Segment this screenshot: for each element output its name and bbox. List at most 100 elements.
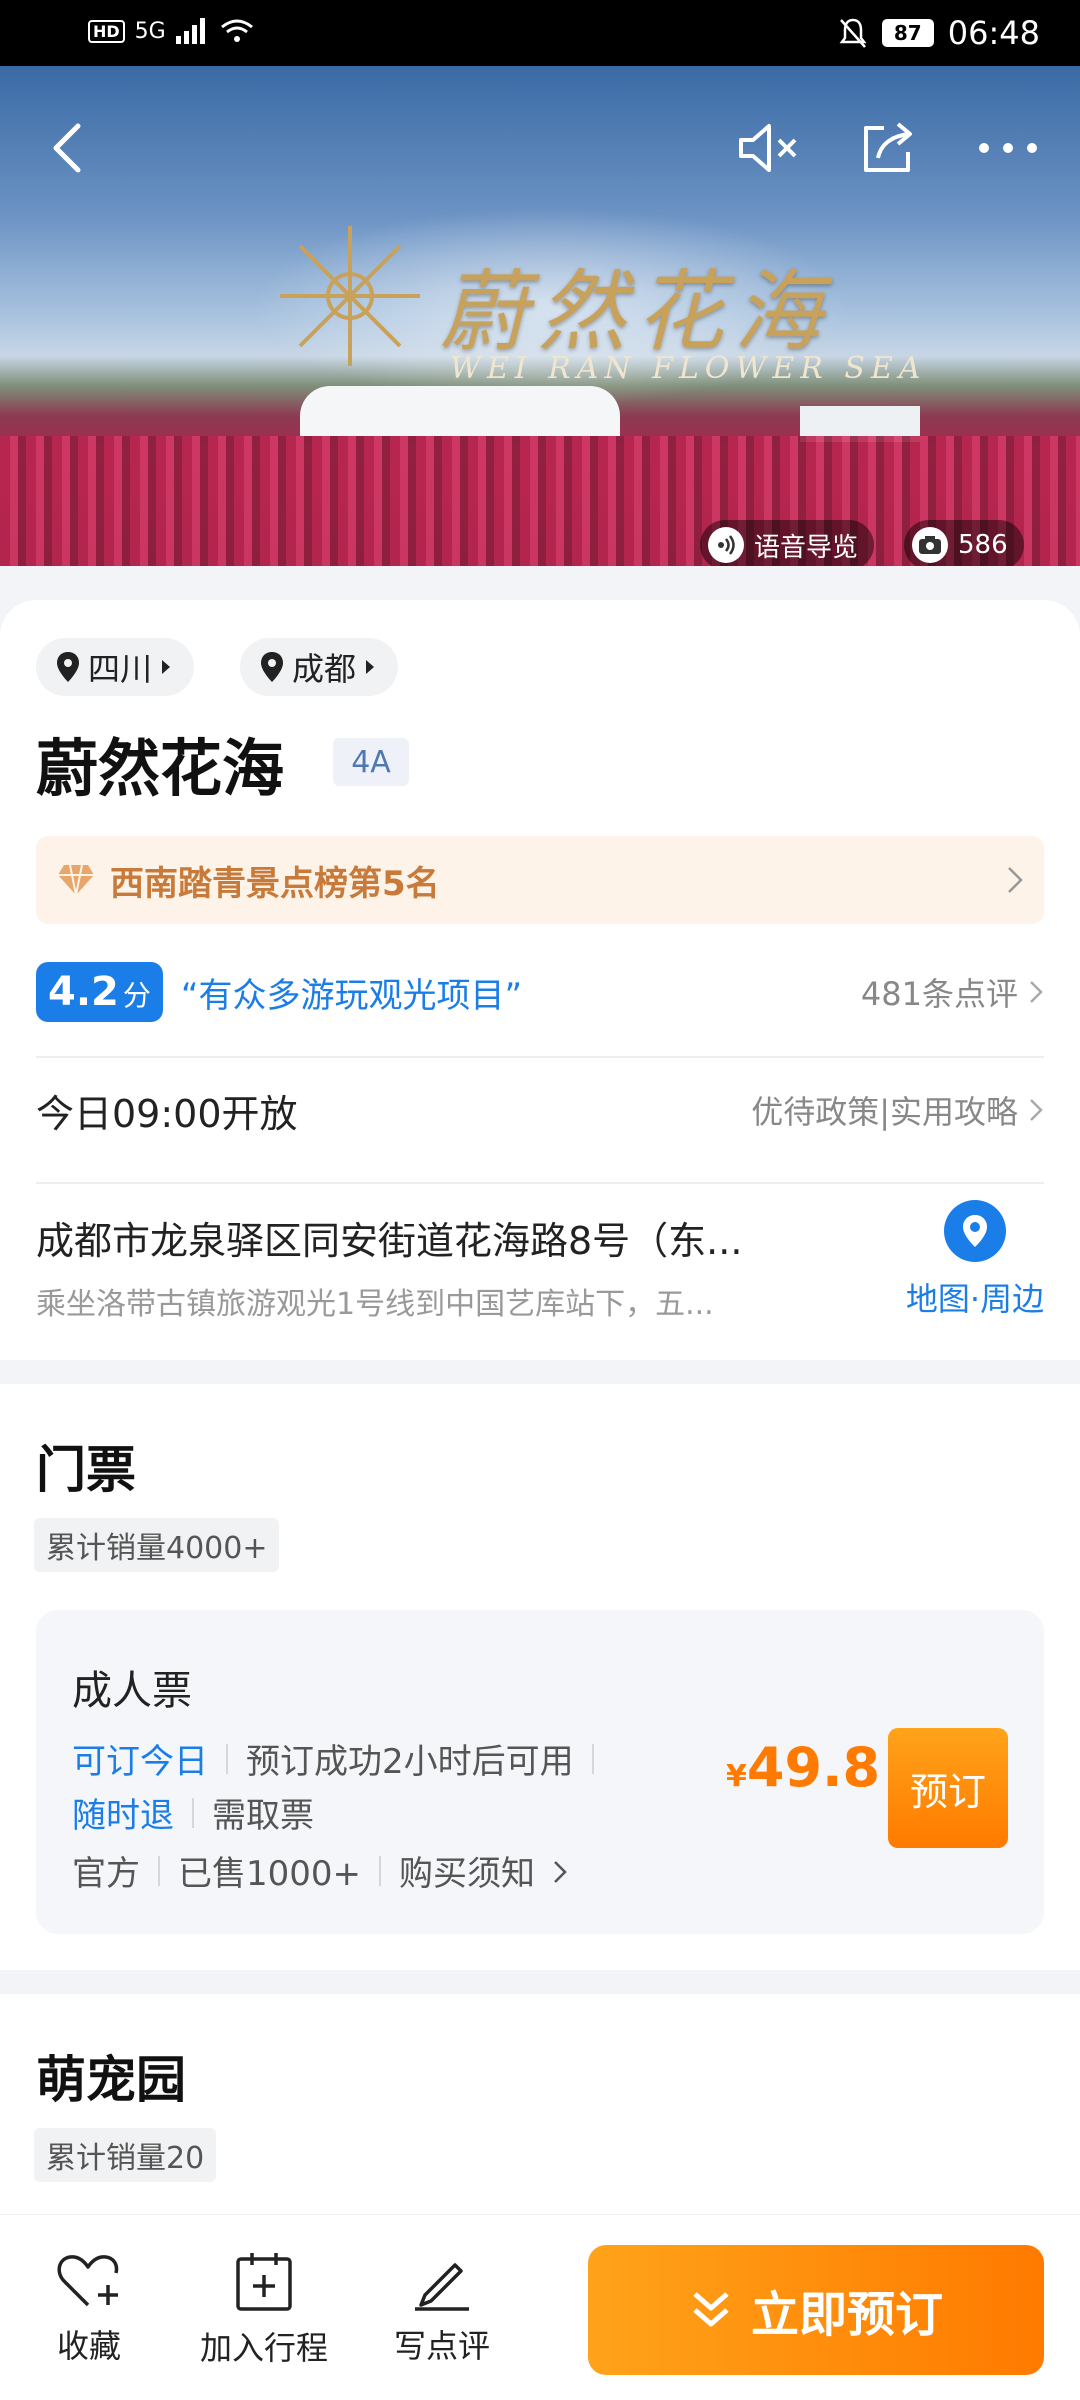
ranking-banner[interactable]: 西南踏青景点榜第5名 [36,836,1044,924]
tickets-section: 门票 累计销量4000+ 成人票 可订今日 预订成功2小时后可用 随时退 需取票… [0,1384,1080,1970]
wifi-icon [220,19,253,42]
chevron-right-icon [1030,981,1043,1003]
battery-icon: 87 [881,19,934,47]
map-nearby-label: 地图·周边 [905,1280,1045,1318]
tickets-title: 门票 [36,1441,136,1499]
tag-available-after: 预订成功2小时后可用 [246,1742,574,1782]
tag-sold: 已售1000+ [178,1854,362,1894]
mute-bell-icon [839,18,867,48]
signal-icon [175,18,205,44]
book-ticket-button[interactable]: 预订 [888,1728,1008,1848]
chevron-right-icon [553,1861,567,1883]
ticket-name: 成人票 [72,1668,192,1714]
city-label: 成都 [292,650,357,688]
separator [158,1855,160,1886]
attraction-info-card: 四川 成都 蔚然花海 4A 西南踏青景点榜第5名 4.2 分 “有众多游玩观光项… [0,600,1080,1360]
review-count: 481条点评 [860,975,1018,1013]
tickets-sales-tag: 累计销量4000+ [34,1518,280,1572]
camera-icon [912,527,948,563]
pet-park-title: 萌宠园 [36,2051,186,2109]
status-left: HD 5G [88,18,254,44]
map-nearby-button[interactable]: 地图·周边 [890,1200,1060,1320]
more-dots-icon [979,143,1037,153]
opening-hours: 今日09:00开放 [36,1091,298,1136]
hero-logo-subtitle: WEI RAN FLOWER SEA [450,351,927,386]
address-line: 成都市龙泉驿区同安街道花海路8号（东... [36,1219,743,1263]
address-block[interactable]: 成都市龙泉驿区同安街道花海路8号（东... 乘坐洛带古镇旅游观光1号线到中国艺库… [36,1210,816,1323]
adult-ticket-card[interactable]: 成人票 可订今日 预订成功2小时后可用 随时退 需取票 官方 已售1000+ 购… [36,1610,1044,1934]
flower-logo-icon [280,226,420,366]
review-count-link[interactable]: 481条点评 [861,969,1044,1015]
location-pin-icon [57,652,79,682]
chevron-right-icon [1030,1099,1043,1121]
add-trip-button[interactable]: 加入行程 [200,2251,328,2369]
score-value: 4.2 [48,969,119,1015]
more-button[interactable] [968,108,1048,188]
policy-guide-link[interactable]: 优待政策|实用攻略 [751,1087,1044,1133]
status-bar: HD 5G 87 06:48 [0,0,1080,66]
speaker-mute-icon [739,124,797,172]
divider [36,1056,1044,1058]
location-pin-icon [261,652,283,682]
divider [36,1182,1044,1184]
back-arrow-icon [53,123,81,173]
book-now-button[interactable]: 立即预订 [588,2245,1044,2375]
hero-logo-text: 蔚然花海 [440,260,833,363]
caret-right-icon [162,660,171,674]
rating-quote: “有众多游玩观光项目” [180,975,523,1016]
write-review-button[interactable]: 写点评 [394,2251,490,2367]
attraction-title: 蔚然花海 [36,732,285,805]
ticket-price: ¥49.8 [726,1736,880,1799]
calendar-add-icon [236,2253,292,2311]
status-right: 87 06:48 [838,14,1040,52]
photo-count: 586 [958,530,1008,560]
mute-button[interactable] [728,108,808,188]
ticket-tags-row-3: 官方 已售1000+ 购买须知 [72,1846,568,1895]
opening-hours-row[interactable]: 今日09:00开放 优待政策|实用攻略 [36,1060,1044,1160]
pet-park-sales-tag: 累计销量20 [34,2128,217,2182]
province-label: 四川 [88,650,153,688]
purchase-notice-link[interactable]: 购买须知 [399,1846,568,1895]
tag-official: 官方 [72,1854,140,1894]
favorite-button[interactable]: 收藏 [56,2251,122,2367]
score-unit: 分 [122,979,151,1012]
score-badge: 4.2 分 [36,962,163,1022]
add-trip-label: 加入行程 [200,2329,329,2367]
network-label: 5G [134,18,166,44]
ticket-tags-row-1: 可订今日 预订成功2小时后可用 [72,1734,612,1783]
rating-row[interactable]: 4.2 分 “有众多游玩观光项目” 481条点评 [36,960,1044,1024]
clock: 06:48 [947,14,1040,52]
write-review-label: 写点评 [394,2327,491,2365]
tag-book-today: 可订今日 [72,1742,208,1782]
price-value: 49.8 [746,1736,881,1799]
ranking-text: 西南踏青景点榜第5名 [110,863,440,904]
audio-guide-button[interactable]: 语音导览 [700,520,875,566]
bottom-action-bar: 收藏 加入行程 写点评 立即预订 [0,2214,1080,2400]
book-now-label: 立即预订 [750,2287,943,2343]
province-tag[interactable]: 四川 [36,638,195,696]
city-tag[interactable]: 成都 [240,638,399,696]
currency-symbol: ¥ [726,1759,747,1794]
back-button[interactable] [28,108,108,188]
tag-refund: 随时退 [72,1796,174,1836]
audio-guide-label: 语音导览 [754,532,859,563]
favorite-label: 收藏 [56,2327,121,2365]
caret-right-icon [366,660,375,674]
hero-building [300,386,620,436]
tag-pickup: 需取票 [212,1796,314,1836]
share-button[interactable] [848,108,928,188]
audio-wave-icon [708,527,744,563]
pet-park-section: 萌宠园 累计销量20 [0,1994,1080,2214]
hero-banner[interactable]: 蔚然花海 WEI RAN FLOWER SEA 语音导览 586 [0,66,1080,566]
photo-count-button[interactable]: 586 [904,520,1024,566]
double-chevron-down-icon [693,2292,729,2327]
separator [226,1743,228,1774]
ticket-tags-row-2: 随时退 需取票 [72,1788,314,1837]
share-icon [864,122,912,172]
chevron-right-icon [1008,867,1023,893]
separator [192,1797,194,1828]
level-badge: 4A [333,738,409,786]
purchase-notice-label: 购买须知 [399,1854,536,1894]
separator [591,1743,594,1774]
heart-add-icon [57,2255,119,2307]
